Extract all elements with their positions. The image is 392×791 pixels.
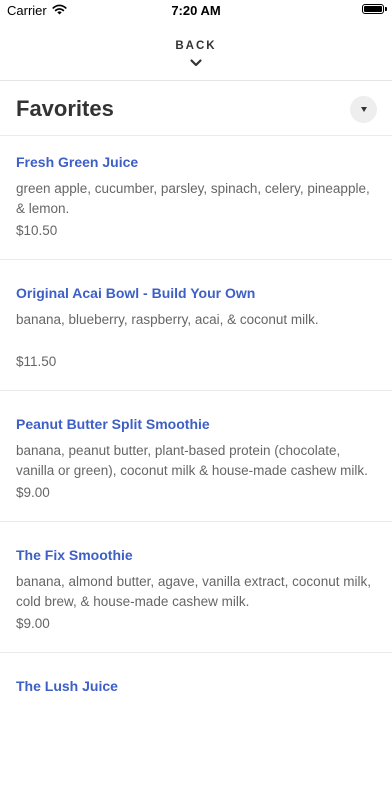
item-name: The Lush Juice (16, 678, 118, 694)
item-price: $10.50 (16, 223, 58, 238)
item-name: Peanut Butter Split Smoothie (16, 416, 210, 432)
item-price: $9.00 (16, 485, 50, 500)
item-description: green apple, cucumber, parsley, spinach,… (16, 181, 370, 216)
item-name: Original Acai Bowl - Build Your Own (16, 285, 256, 301)
status-time: 7:20 AM (171, 3, 221, 18)
status-bar: Carrier 7:20 AM (0, 0, 392, 22)
item-price: $11.50 (16, 354, 57, 369)
menu-item[interactable]: The Lush Juice (0, 660, 392, 784)
status-right (362, 4, 387, 14)
section-title: Favorites (16, 96, 114, 121)
item-price: $9.00 (16, 616, 50, 631)
menu-item[interactable]: Fresh Green Juice green apple, cucumber,… (0, 136, 392, 260)
menu-item[interactable]: The Fix Smoothie banana, almond butter, … (0, 529, 392, 653)
item-name: Fresh Green Juice (16, 154, 139, 170)
item-description: banana, blueberry, raspberry, acai, & co… (16, 312, 319, 327)
item-description: banana, almond butter, agave, vanilla ex… (16, 574, 371, 609)
caret-down-icon (360, 107, 367, 112)
section-toggle-button[interactable] (350, 96, 377, 123)
item-name: The Fix Smoothie (16, 547, 133, 563)
chevron-down-icon (189, 55, 203, 73)
menu-item[interactable]: Peanut Butter Split Smoothie banana, pea… (0, 398, 392, 522)
menu-list: Fresh Green Juice green apple, cucumber,… (0, 136, 392, 791)
back-button[interactable]: BACK (0, 22, 392, 81)
back-label: BACK (175, 40, 217, 52)
battery-icon (362, 4, 387, 14)
section-header: Favorites (0, 82, 392, 136)
item-description: banana, peanut butter, plant-based prote… (16, 443, 368, 478)
menu-item[interactable]: Original Acai Bowl - Build Your Own bana… (0, 267, 392, 391)
